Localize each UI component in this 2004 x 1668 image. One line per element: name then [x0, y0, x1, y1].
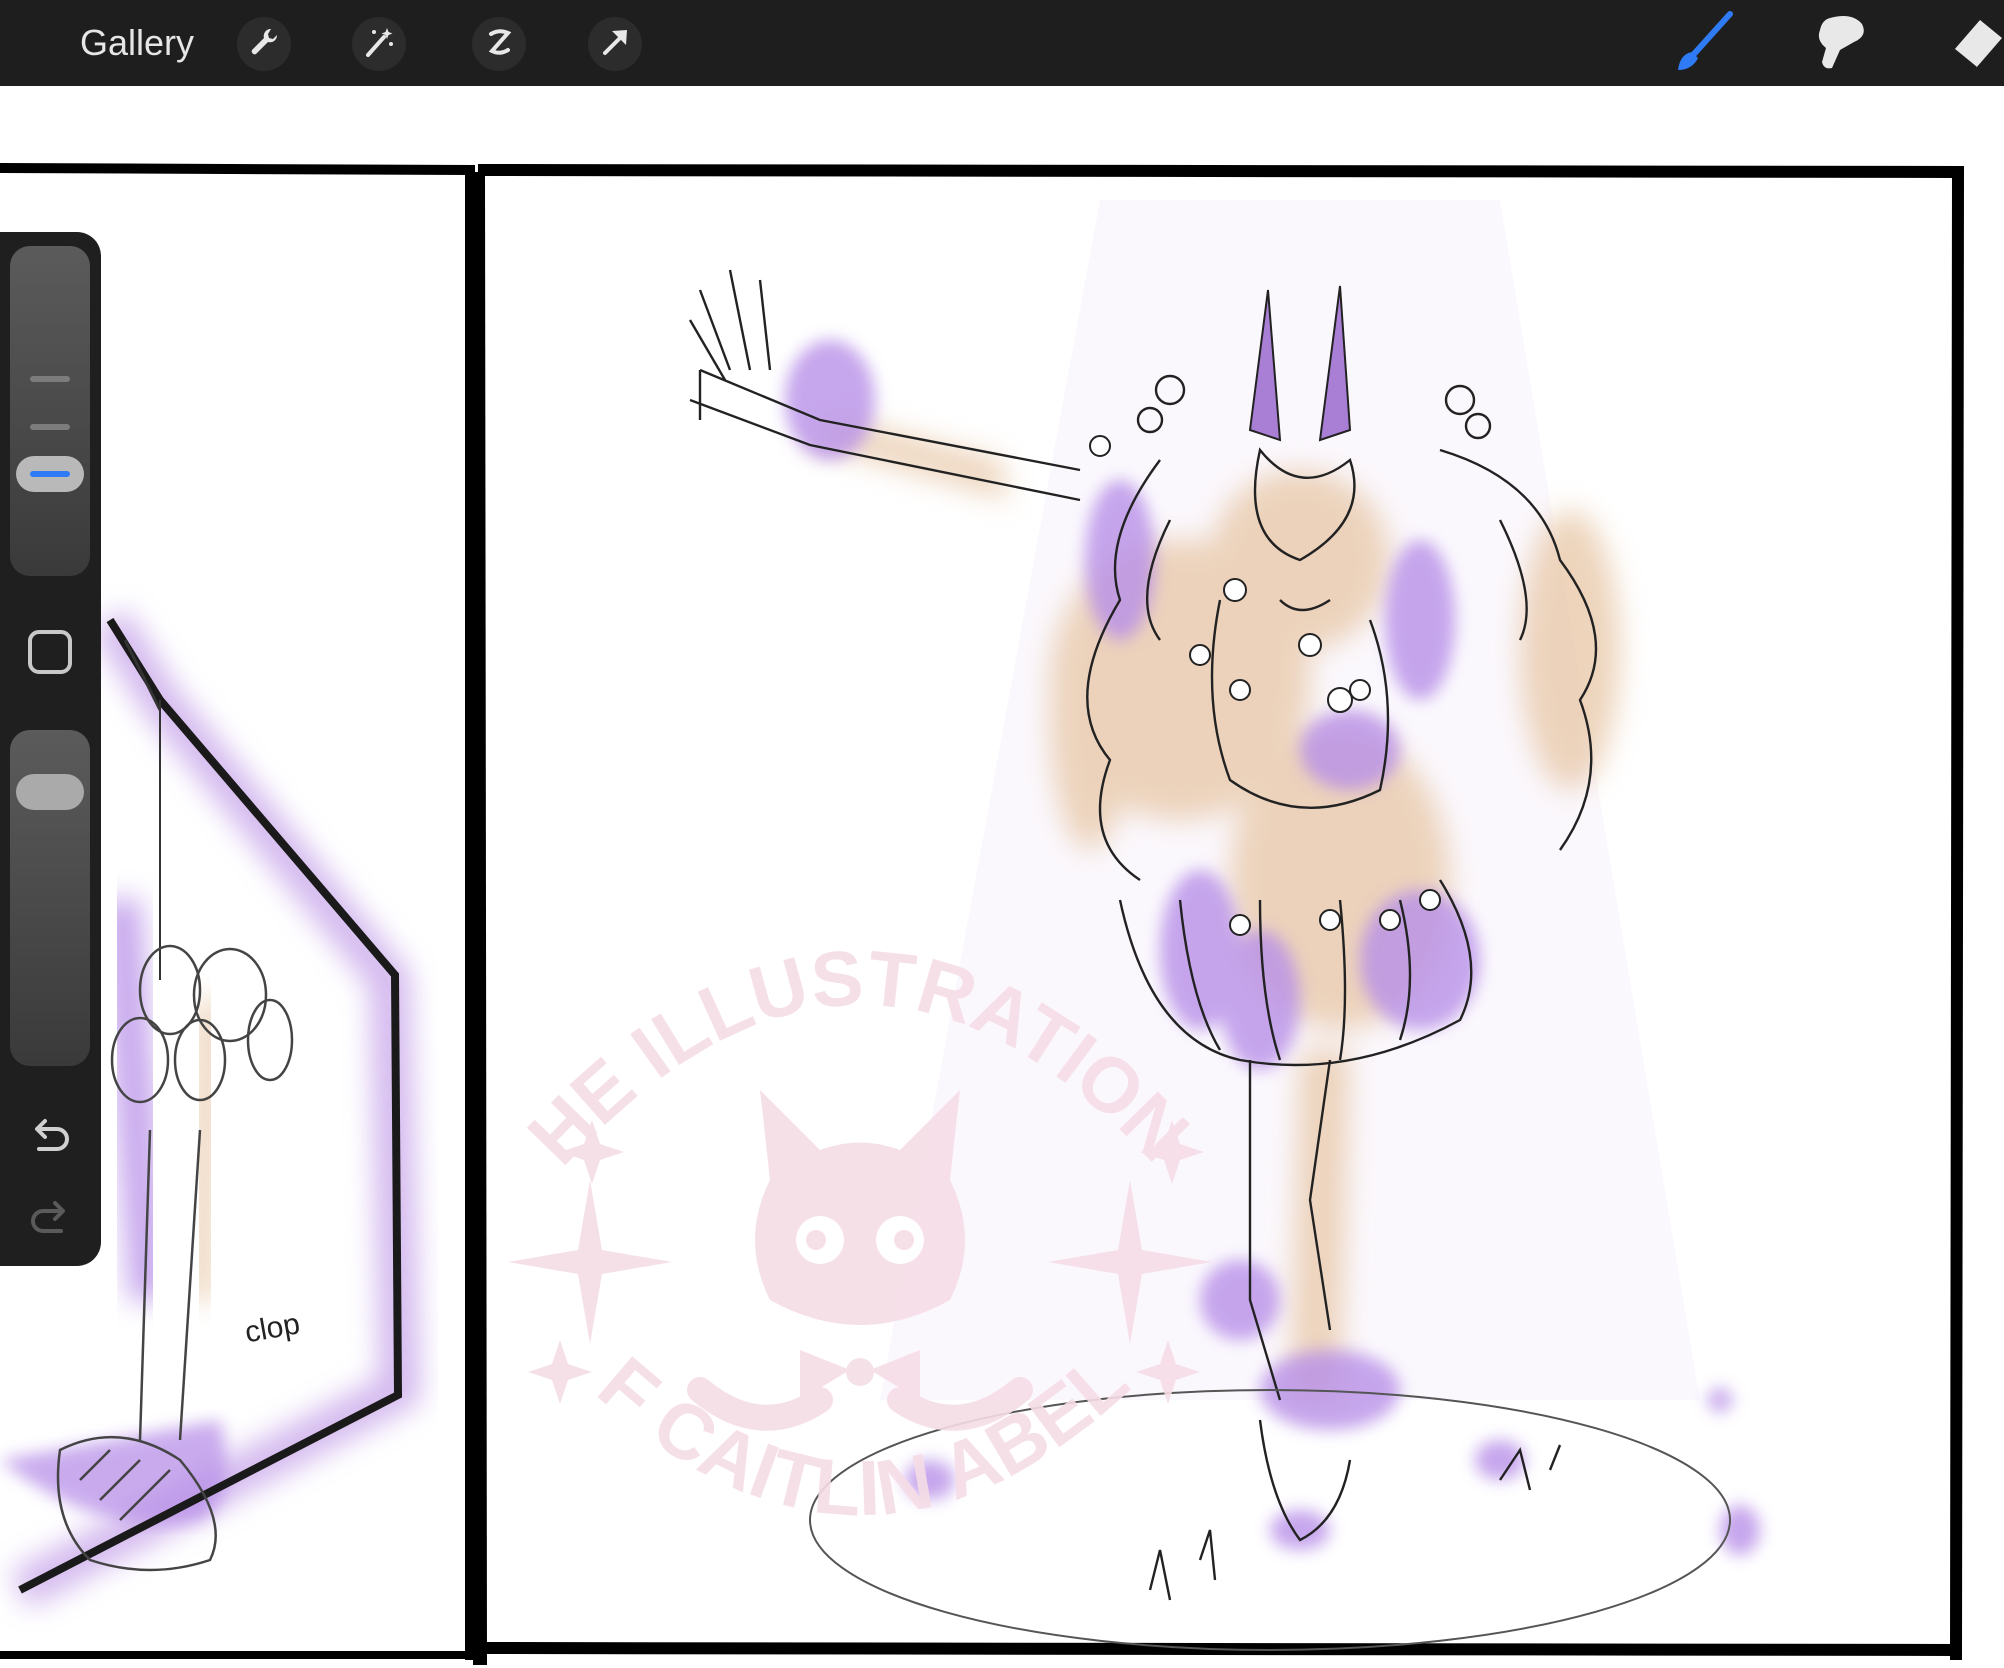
slider-tick — [30, 376, 70, 382]
gallery-button[interactable]: Gallery — [80, 20, 194, 66]
redo-button[interactable] — [20, 1188, 80, 1248]
actions-button[interactable] — [237, 17, 291, 71]
selection-button[interactable] — [472, 17, 526, 71]
opacity-slider[interactable] — [10, 730, 90, 1066]
selection-icon — [482, 25, 516, 64]
brush-tool-button[interactable] — [1672, 10, 1736, 79]
artwork-illustration: clop HE ILLUSTRATION F CAITLIN ABEL — [0, 86, 1965, 1666]
transform-button[interactable] — [588, 17, 642, 71]
top-toolbar: Gallery — [0, 0, 2004, 86]
brush-size-knob[interactable] — [16, 456, 84, 492]
sound-effect-text: clop — [242, 1307, 302, 1349]
smudge-tool-button[interactable] — [1808, 12, 1872, 76]
sidebar — [0, 232, 101, 1266]
redo-icon — [27, 1193, 73, 1244]
brush-size-indicator — [30, 471, 70, 477]
eraser-icon — [1948, 12, 2004, 76]
transform-arrow-icon — [598, 25, 632, 64]
undo-icon — [27, 1111, 73, 1162]
modify-button[interactable] — [20, 624, 80, 684]
eraser-tool-button[interactable] — [1948, 12, 2004, 76]
brush-size-slider[interactable] — [10, 246, 90, 576]
opacity-knob[interactable] — [16, 774, 84, 810]
slider-tick — [30, 424, 70, 430]
wrench-icon — [247, 25, 281, 64]
undo-button[interactable] — [20, 1106, 80, 1166]
drawing-canvas[interactable]: clop HE ILLUSTRATION F CAITLIN ABEL — [0, 86, 2004, 1668]
adjustments-button[interactable] — [352, 17, 406, 71]
brush-icon — [1672, 10, 1736, 79]
magic-wand-icon — [362, 25, 396, 64]
smudge-icon — [1808, 10, 1872, 79]
modify-square-icon — [27, 629, 73, 680]
